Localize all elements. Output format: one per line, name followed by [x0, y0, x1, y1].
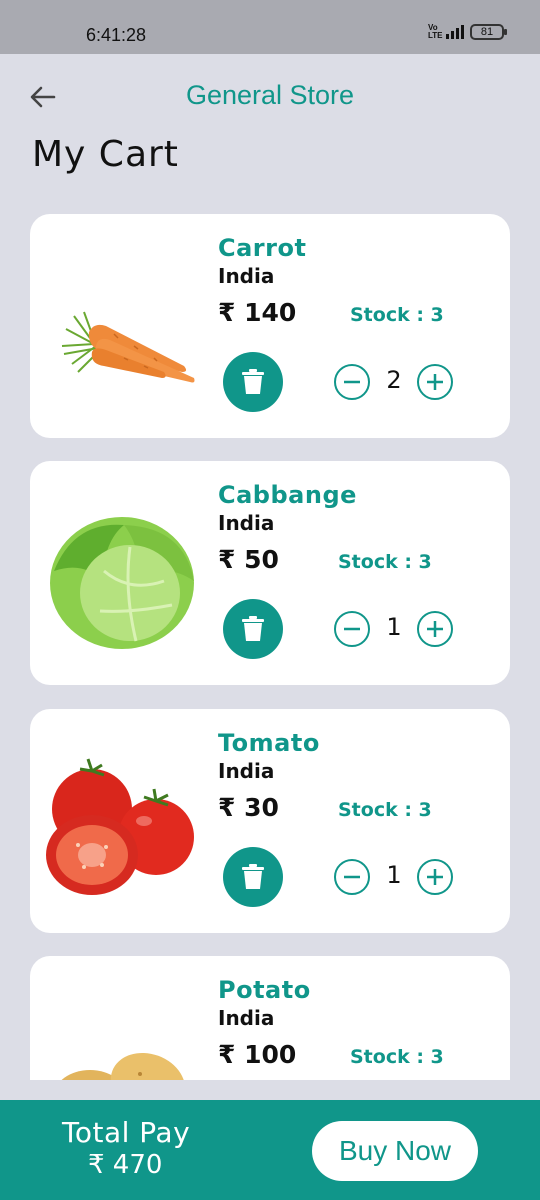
tomato-image [46, 758, 194, 895]
page-title: My Cart [32, 134, 179, 175]
decrease-quantity-button[interactable] [334, 364, 370, 400]
plus-icon [427, 374, 443, 390]
minus-icon [344, 875, 360, 879]
product-price: ₹ 50 [218, 545, 279, 574]
trash-icon [242, 616, 264, 641]
product-price: ₹ 30 [218, 793, 279, 822]
plus-icon [427, 621, 443, 637]
battery-icon: 81 [470, 24, 507, 40]
store-title: General Store [185, 80, 355, 110]
product-price: ₹ 140 [218, 298, 297, 327]
product-stock: Stock : 3 [350, 304, 444, 326]
product-price: ₹ 100 [218, 1040, 297, 1069]
product-name: Cabbange [218, 481, 357, 509]
quantity-value: 1 [386, 613, 402, 641]
status-icons: Vo LTE 81 [428, 23, 507, 40]
product-name: Potato [218, 976, 311, 1004]
buy-now-button[interactable]: Buy Now [312, 1121, 478, 1181]
cart-item: Carrot India ₹ 140 Stock : 3 2 [30, 214, 510, 438]
product-origin: India [218, 511, 275, 535]
product-stock: Stock : 3 [338, 551, 432, 573]
product-name: Carrot [218, 234, 307, 262]
decrease-quantity-button[interactable] [334, 611, 370, 647]
delete-button[interactable] [223, 352, 283, 412]
trash-icon [242, 864, 264, 889]
quantity-value: 1 [386, 861, 402, 889]
total-pay-value: ₹ 470 [88, 1150, 163, 1180]
cart-item: Potato India ₹ 100 Stock : 3 [30, 956, 510, 1080]
product-stock: Stock : 3 [338, 799, 432, 821]
total-pay-label: Total Pay [62, 1116, 191, 1149]
product-origin: India [218, 264, 275, 288]
cabbage-image [50, 517, 194, 649]
volte-icon: Vo LTE [428, 23, 443, 40]
checkout-bar: Total Pay ₹ 470 Buy Now [0, 1100, 540, 1200]
status-bar: 6:41:28 Vo LTE 81 [0, 0, 540, 54]
minus-icon [344, 380, 360, 384]
product-origin: India [218, 759, 275, 783]
plus-icon [427, 869, 443, 885]
increase-quantity-button[interactable] [417, 611, 453, 647]
delete-button[interactable] [223, 599, 283, 659]
product-stock: Stock : 3 [350, 1046, 444, 1068]
increase-quantity-button[interactable] [417, 859, 453, 895]
status-time: 6:41:28 [86, 25, 147, 45]
cart-item: Tomato India ₹ 30 Stock : 3 1 [30, 709, 510, 933]
product-origin: India [218, 1006, 275, 1030]
signal-icon [446, 25, 464, 39]
decrease-quantity-button[interactable] [334, 859, 370, 895]
trash-icon [242, 369, 264, 394]
minus-icon [344, 627, 360, 631]
cart-list[interactable]: Carrot India ₹ 140 Stock : 3 2 Cabbange [0, 200, 540, 1080]
carrot-image [61, 311, 195, 383]
cart-item: Cabbange India ₹ 50 Stock : 3 1 [30, 461, 510, 685]
delete-button[interactable] [223, 847, 283, 907]
increase-quantity-button[interactable] [417, 364, 453, 400]
potato-image [61, 1052, 186, 1080]
quantity-value: 2 [386, 366, 402, 394]
product-name: Tomato [218, 729, 320, 757]
